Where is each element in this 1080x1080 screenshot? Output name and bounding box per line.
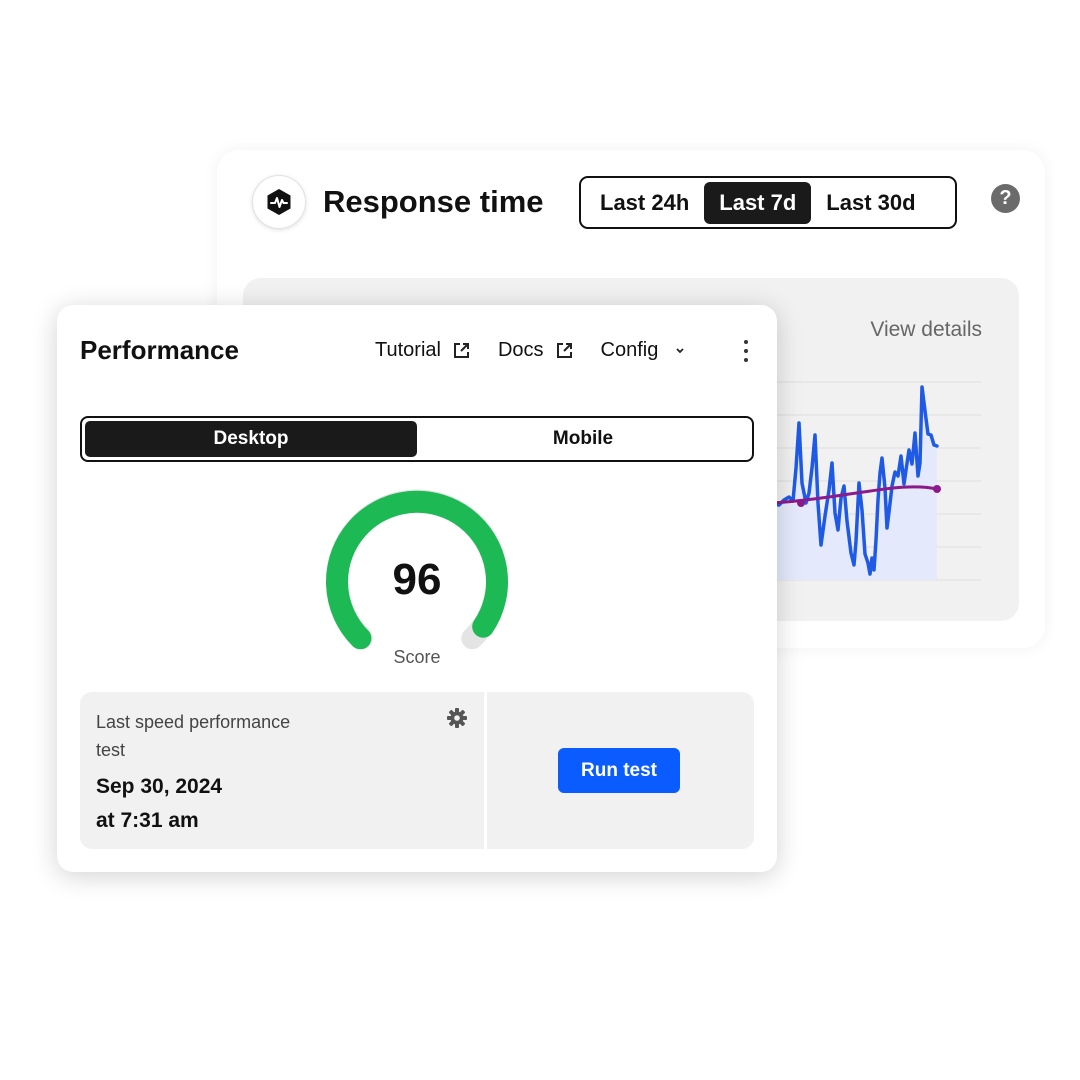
performance-card: Performance Tutorial Docs Config Desktop… <box>57 305 777 872</box>
tutorial-label: Tutorial <box>375 339 441 361</box>
score-label: Score <box>393 647 441 667</box>
gear-icon[interactable] <box>446 707 468 729</box>
trend-point-start <box>797 499 805 507</box>
device-tab-mobile[interactable]: Mobile <box>417 421 749 457</box>
config-dropdown[interactable]: Config <box>601 339 687 362</box>
heartbeat-hexagon-icon <box>252 175 306 229</box>
range-last-7d[interactable]: Last 7d <box>704 181 812 224</box>
run-test-button[interactable]: Run test <box>558 748 680 793</box>
help-icon[interactable]: ? <box>991 184 1020 213</box>
tutorial-link[interactable]: Tutorial <box>375 339 470 362</box>
last-test-date: Sep 30, 2024 <box>96 775 223 798</box>
response-time-title: Response time <box>323 184 544 219</box>
docs-label: Docs <box>497 339 544 361</box>
time-range-selector: Last 24h Last 7d Last 30d <box>579 176 957 229</box>
device-selector: Desktop Mobile <box>80 416 754 462</box>
device-tab-desktop[interactable]: Desktop <box>85 421 417 457</box>
external-link-icon <box>556 343 572 358</box>
last-test-panel: Last speed performance test Sep 30, 2024… <box>80 692 754 849</box>
last-test-label: Last speed performance test <box>96 712 291 760</box>
panel-divider <box>484 692 487 849</box>
performance-title: Performance <box>80 335 239 365</box>
config-label: Config <box>600 339 659 361</box>
last-test-time: at 7:31 am <box>96 809 199 832</box>
external-link-icon <box>453 343 469 358</box>
score-value: 96 <box>392 555 442 604</box>
docs-link[interactable]: Docs <box>498 339 573 362</box>
last-test-datetime: Sep 30, 2024 at 7:31 am <box>96 770 222 838</box>
range-last-24h[interactable]: Last 24h <box>585 182 704 224</box>
chevron-down-icon <box>676 347 684 353</box>
more-options-icon[interactable] <box>739 338 753 364</box>
trend-point-end <box>933 485 941 493</box>
performance-header-links: Tutorial Docs Config <box>375 339 714 362</box>
stage: Response time Last 24h Last 7d Last 30d … <box>0 0 1080 1080</box>
range-last-30d[interactable]: Last 30d <box>811 182 930 224</box>
